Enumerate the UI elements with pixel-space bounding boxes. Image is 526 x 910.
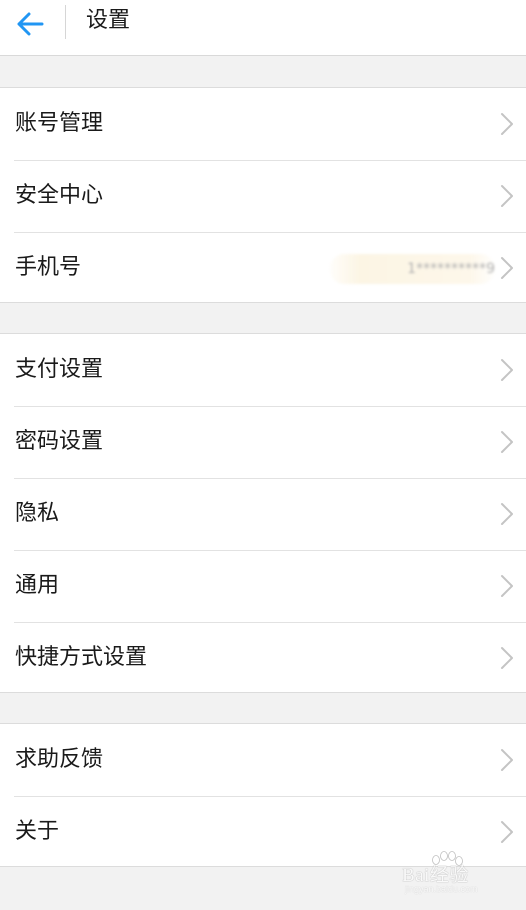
settings-item-label: 关于: [15, 819, 60, 844]
chevron-right-icon: [501, 431, 513, 453]
chevron-right-icon: [501, 113, 513, 135]
settings-item-shortcut-settings[interactable]: 快捷方式设置: [0, 622, 526, 694]
chevron-right-icon: [501, 359, 513, 381]
settings-item-label: 密码设置: [15, 429, 104, 454]
chevron-right-icon: [501, 749, 513, 771]
settings-item-security-center[interactable]: 安全中心: [0, 160, 526, 232]
settings-group-support: 求助反馈 关于: [0, 723, 526, 867]
chevron-right-icon: [501, 575, 513, 597]
chevron-right-icon: [501, 185, 513, 207]
settings-group-general: 支付设置 密码设置 隐私 通用 快捷方式设置: [0, 333, 526, 693]
settings-item-phone-number[interactable]: 手机号 1**********9: [0, 232, 526, 304]
settings-item-privacy[interactable]: 隐私: [0, 478, 526, 550]
watermark-subtext: jingyan.baidu.com: [405, 884, 478, 894]
arrow-left-icon: [17, 12, 44, 36]
settings-item-label: 安全中心: [15, 183, 104, 208]
settings-item-general[interactable]: 通用: [0, 550, 526, 622]
chevron-right-icon: [501, 647, 513, 669]
settings-item-label: 快捷方式设置: [15, 645, 148, 670]
chevron-right-icon: [501, 821, 513, 843]
settings-item-password-settings[interactable]: 密码设置: [0, 406, 526, 478]
settings-item-label: 支付设置: [15, 357, 104, 382]
settings-item-account-management[interactable]: 账号管理: [0, 88, 526, 160]
settings-group-account: 账号管理 安全中心 手机号 1**********9: [0, 87, 526, 303]
settings-item-label: 通用: [15, 573, 60, 598]
settings-item-label: 手机号: [15, 255, 82, 280]
settings-item-about[interactable]: 关于: [0, 796, 526, 868]
settings-item-payment-settings[interactable]: 支付设置: [0, 334, 526, 406]
back-button[interactable]: [6, 2, 54, 46]
settings-item-label: 账号管理: [15, 111, 104, 136]
chevron-right-icon: [501, 257, 513, 279]
settings-item-help-feedback[interactable]: 求助反馈: [0, 724, 526, 796]
page-title: 设置: [86, 8, 131, 33]
settings-item-label: 隐私: [15, 501, 60, 526]
chevron-right-icon: [501, 503, 513, 525]
settings-item-label: 求助反馈: [15, 747, 104, 772]
header-divider: [65, 5, 66, 39]
top-bar: 设置: [0, 0, 526, 56]
phone-number-value-masked: 1**********9: [330, 254, 495, 284]
